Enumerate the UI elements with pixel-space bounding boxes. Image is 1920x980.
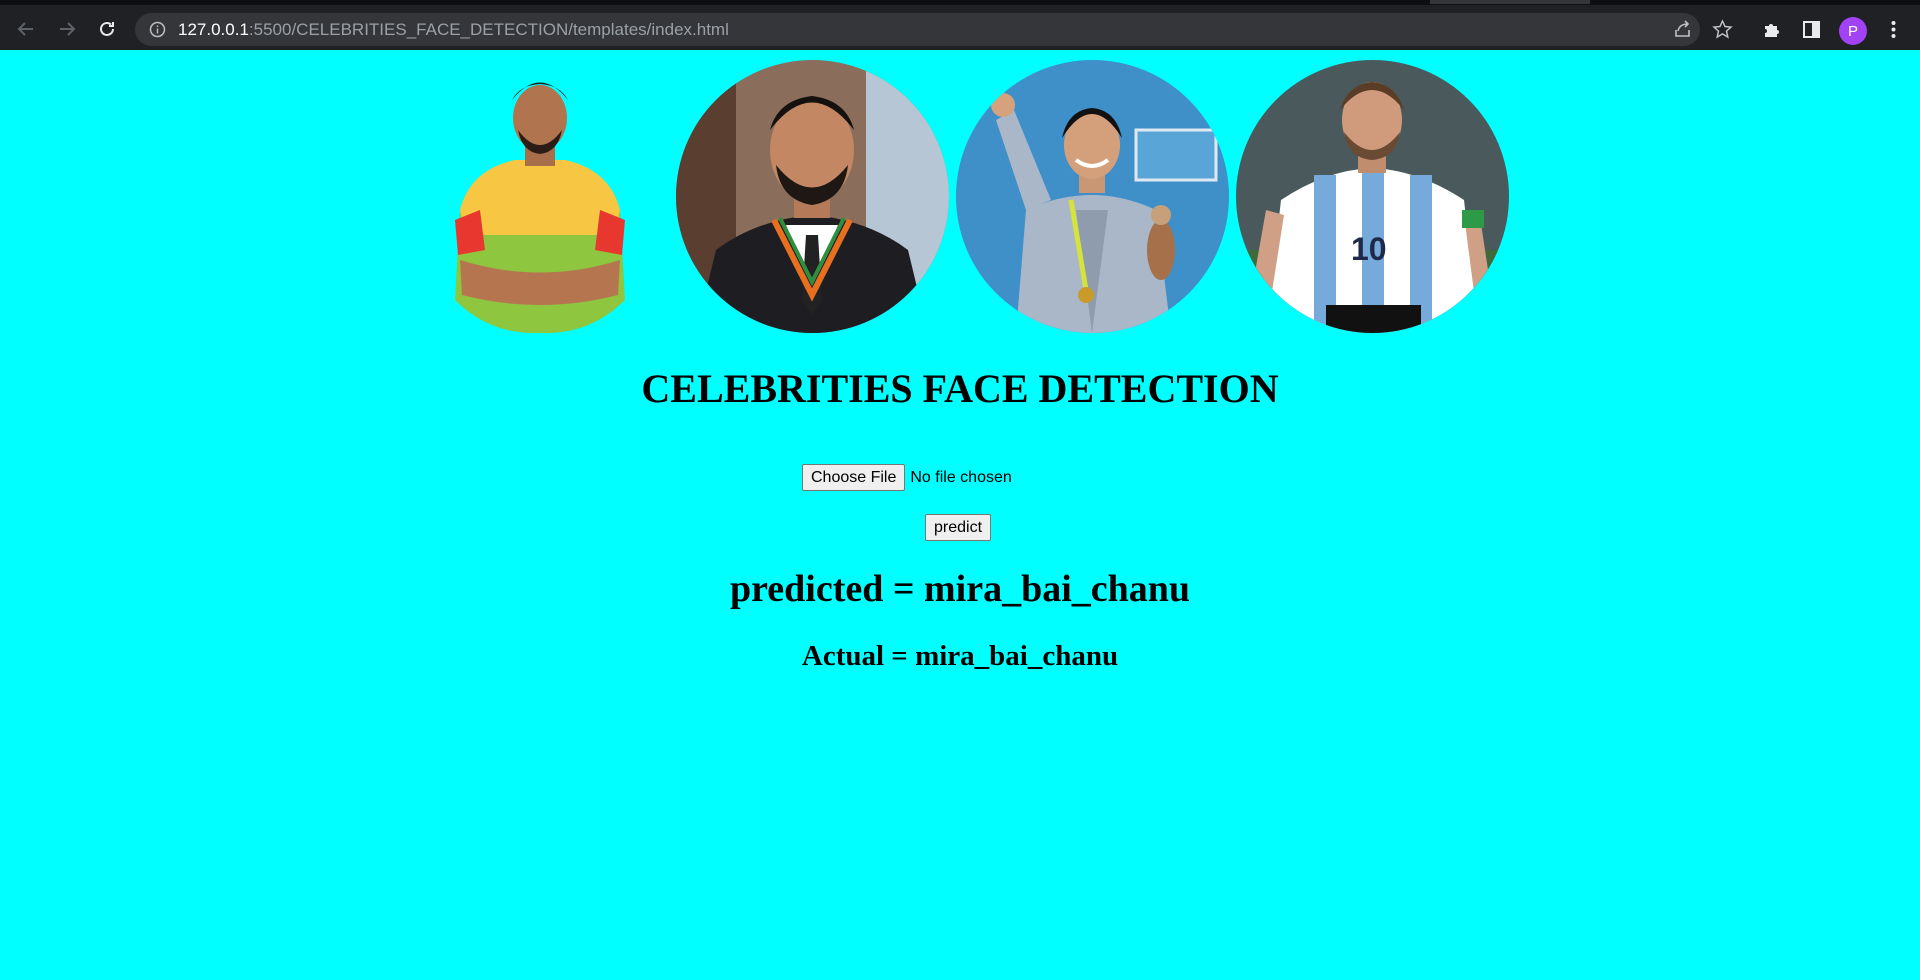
kabaddi-player-photo (440, 60, 640, 333)
puzzle-icon (1765, 24, 1779, 37)
predicted-result: predicted = mira_bai_chanu (729, 568, 1191, 610)
svg-text:10: 10 (1351, 231, 1387, 267)
side-panel-icon (1803, 21, 1820, 38)
back-button[interactable] (11, 14, 41, 44)
reload-button[interactable] (92, 14, 122, 44)
extensions-button[interactable] (1759, 17, 1784, 42)
profile-avatar[interactable]: P (1839, 17, 1867, 45)
side-panel-button[interactable] (1799, 17, 1824, 42)
url-path: :5500/CELEBRITIES_FACE_DETECTION/templat… (248, 20, 729, 39)
file-input[interactable]: Choose File No file chosen (802, 464, 1012, 491)
arrow-right-icon (60, 22, 76, 36)
cricketer-photo (676, 60, 949, 333)
predict-button[interactable]: predict (925, 514, 992, 541)
arrow-left-icon (17, 22, 33, 36)
tab-strip-indicator (1430, 0, 1590, 4)
reload-icon (100, 21, 114, 36)
forward-button[interactable] (52, 14, 82, 44)
address-bar[interactable]: 127.0.0.1:5500/CELEBRITIES_FACE_DETECTIO… (135, 13, 1700, 46)
share-button[interactable] (1670, 17, 1695, 42)
browser-toolbar: 127.0.0.1:5500/CELEBRITIES_FACE_DETECTIO… (0, 0, 1920, 50)
choose-file-button[interactable]: Choose File (802, 464, 906, 491)
star-icon (1712, 19, 1733, 39)
footballer-photo: 10 (1236, 60, 1509, 333)
menu-button[interactable] (1881, 17, 1906, 42)
weightlifter-photo (956, 60, 1229, 333)
kebab-menu-icon (1891, 21, 1896, 38)
share-icon (1675, 20, 1690, 37)
url-host: 127.0.0.1 (178, 20, 249, 39)
page-title: CELEBRITIES FACE DETECTION (641, 366, 1279, 411)
file-status-text: No file chosen (910, 468, 1012, 486)
bookmark-button[interactable] (1710, 17, 1735, 42)
url-text[interactable]: 127.0.0.1:5500/CELEBRITIES_FACE_DETECTIO… (178, 20, 729, 40)
info-icon[interactable] (149, 21, 166, 38)
actual-result: Actual = mira_bai_chanu (801, 640, 1119, 672)
